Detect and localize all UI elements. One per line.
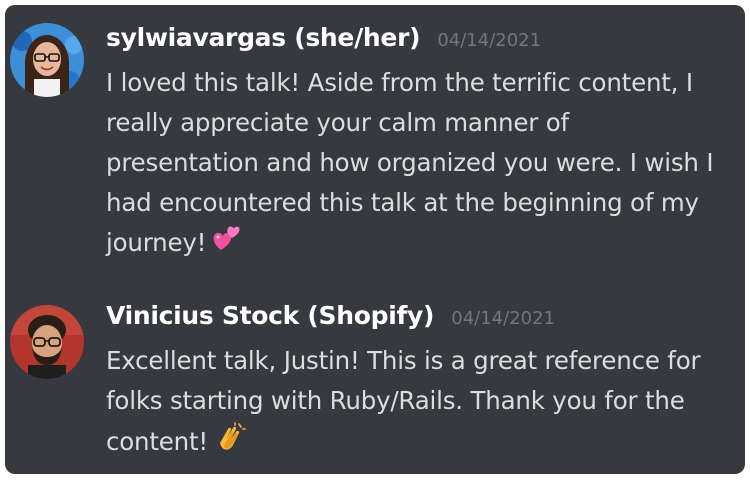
message-text: Excellent talk, Justin! This is a great …	[106, 341, 727, 465]
message-body: Excellent talk, Justin! This is a great …	[106, 346, 701, 456]
message-header: Vinicius Stock (Shopify) 04/14/2021	[106, 301, 727, 341]
timestamp: 04/14/2021	[451, 308, 556, 329]
user-avatar-image	[10, 305, 84, 379]
user-avatar-image	[10, 23, 84, 97]
message-content: Vinicius Stock (Shopify) 04/14/2021 Exce…	[106, 301, 727, 465]
avatar[interactable]	[10, 305, 84, 379]
message-content: sylwiavargas (she/her) 04/14/2021 I love…	[106, 23, 727, 264]
timestamp: 04/14/2021	[437, 30, 542, 51]
avatar[interactable]	[10, 23, 84, 97]
clapping-hands-icon	[214, 421, 246, 465]
message-header: sylwiavargas (she/her) 04/14/2021	[106, 23, 727, 63]
username[interactable]: Vinicius Stock (Shopify)	[106, 301, 434, 330]
message-body: I loved this talk! Aside from the terrif…	[106, 68, 714, 257]
chat-window: sylwiavargas (she/her) 04/14/2021 I love…	[5, 5, 745, 474]
two-hearts-icon	[212, 224, 242, 264]
message-text: I loved this talk! Aside from the terrif…	[106, 63, 727, 264]
username[interactable]: sylwiavargas (she/her)	[106, 23, 421, 52]
